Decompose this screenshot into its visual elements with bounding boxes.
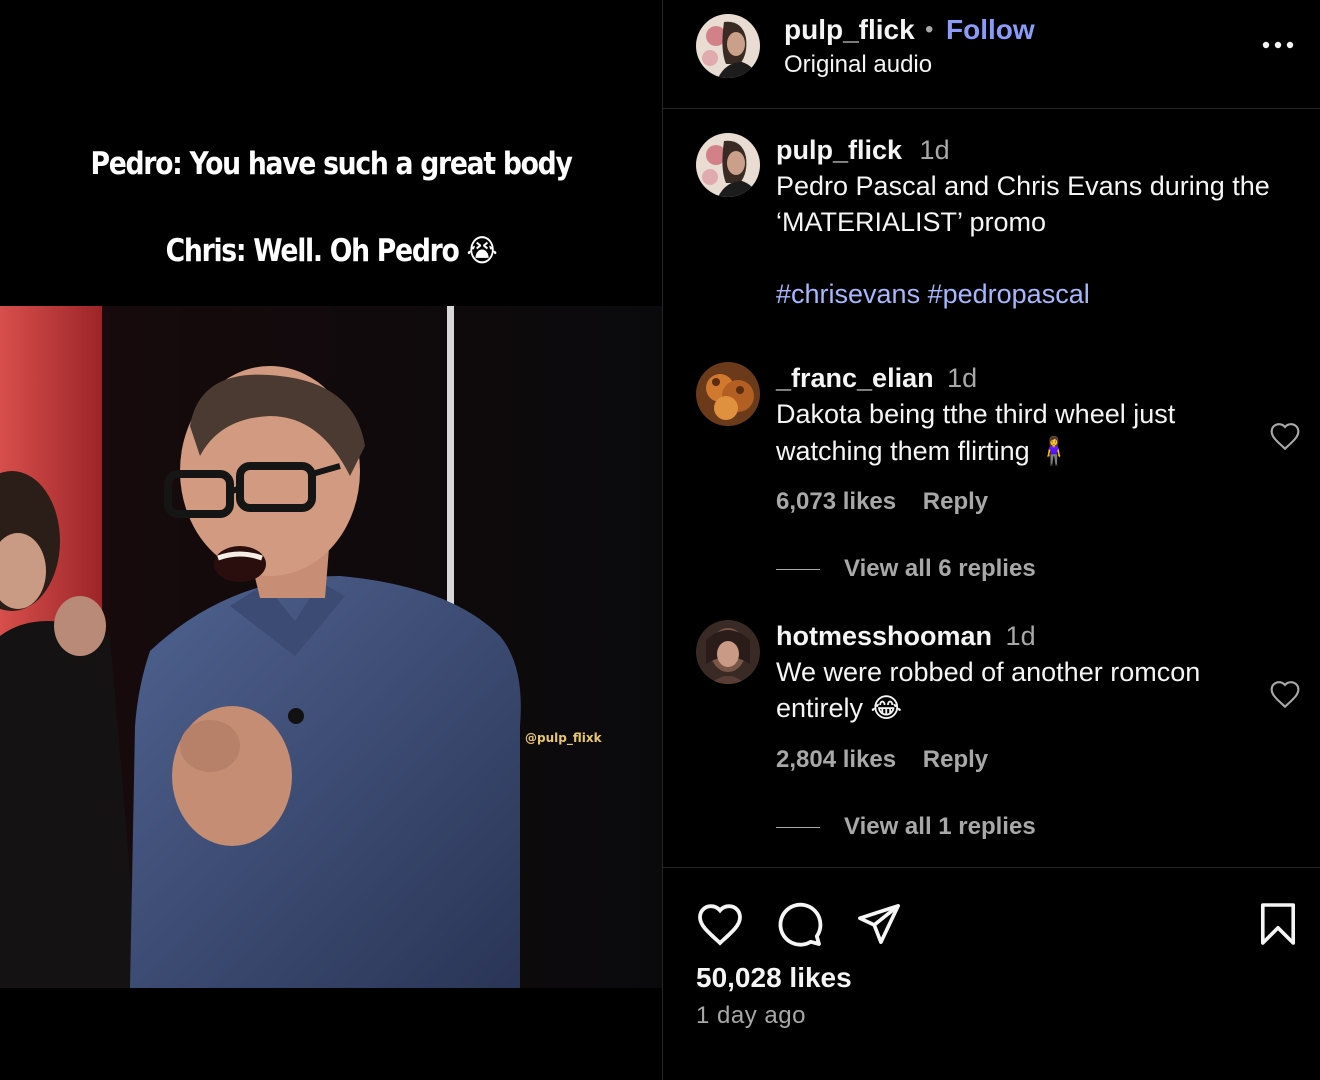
save-button[interactable] <box>1259 902 1297 951</box>
hashtag-pedropascal[interactable]: #pedropascal <box>928 279 1090 309</box>
posted-time: 1 day ago <box>696 1002 806 1029</box>
comment-1-meta: 6,073 likes Reply <box>776 488 988 516</box>
instagram-post-view: Pedro: You have such a great body Chris:… <box>0 0 1320 1080</box>
caption-header: pulp_flick 1d <box>776 135 950 166</box>
video-caption-line-2: Chris: Well. Oh Pedro 😭 <box>165 233 498 269</box>
header-separator: • <box>925 16 934 43</box>
like-button[interactable] <box>696 902 744 951</box>
hashtag-chrisevans[interactable]: #chrisevans <box>776 279 920 309</box>
follow-button[interactable]: Follow <box>946 14 1035 46</box>
more-horizontal-icon <box>1262 41 1294 49</box>
comment-1-header: _franc_elian 1d <box>776 363 977 394</box>
post-header: pulp_flick • Follow Original audio <box>663 0 1320 109</box>
comment-1-username[interactable]: _franc_elian <box>776 363 934 393</box>
video-watermark: @pulp_flixk <box>525 731 602 745</box>
comment-icon <box>778 902 823 947</box>
comment-2-replies-divider <box>776 827 820 828</box>
reel-video-player[interactable]: Pedro: You have such a great body Chris:… <box>0 0 662 1080</box>
comment-button[interactable] <box>776 901 824 952</box>
comment-2-text-line-2: entirely 😂 <box>776 693 903 723</box>
comment-1-like-button[interactable] <box>1269 421 1301 456</box>
video-caption-line-1: Pedro: You have such a great body <box>90 146 572 182</box>
comment-1-replies-divider <box>776 569 820 570</box>
comment-2-reply-button[interactable]: Reply <box>923 746 988 773</box>
caption-text-line-2: ‘MATERIALIST’ promo <box>776 207 1047 237</box>
comment-2-meta: 2,804 likes Reply <box>776 746 988 774</box>
post-actions-bar: 50,028 likes 1 day ago <box>663 867 1320 1080</box>
post-details-panel: pulp_flick • Follow Original audio pulp_… <box>663 0 1320 1080</box>
comment-1-reply-button[interactable]: Reply <box>923 488 988 515</box>
comment-1-text-line-2: watching them flirting 🧍‍♀️ <box>776 436 1071 466</box>
comment-2-header: hotmesshooman 1d <box>776 621 1036 652</box>
comment-1-time: 1d <box>947 363 978 393</box>
video-frame: @pulp_flixk <box>0 306 662 988</box>
bookmark-icon <box>1260 903 1296 945</box>
comment-1-likes[interactable]: 6,073 likes <box>776 488 896 515</box>
comment-1-avatar[interactable] <box>696 362 760 426</box>
caption-text-line-1: Pedro Pascal and Chris Evans during the <box>776 171 1270 201</box>
comment-2-avatar[interactable] <box>696 620 760 684</box>
author-username[interactable]: pulp_flick <box>784 14 915 46</box>
caption-author-avatar[interactable] <box>696 133 760 197</box>
video-bottom-bar <box>0 988 662 1080</box>
caption-time: 1d <box>919 135 950 165</box>
heart-outline-icon <box>1270 423 1300 451</box>
audio-link[interactable]: Original audio <box>784 51 932 79</box>
video-caption-overlay: Pedro: You have such a great body Chris:… <box>0 0 662 306</box>
comment-1-view-replies[interactable]: View all 6 replies <box>844 555 1036 583</box>
comment-1-text-line-1: Dakota being tthe third wheel just <box>776 399 1176 429</box>
caption-username[interactable]: pulp_flick <box>776 135 902 165</box>
likes-count[interactable]: 50,028 likes <box>696 962 852 994</box>
heart-icon <box>698 904 742 946</box>
comment-2-view-replies[interactable]: View all 1 replies <box>844 813 1036 841</box>
comment-2-likes[interactable]: 2,804 likes <box>776 746 896 773</box>
author-avatar[interactable] <box>696 14 760 78</box>
comment-2-time: 1d <box>1005 621 1036 651</box>
comments-section: pulp_flick 1d Pedro Pascal and Chris Eva… <box>663 109 1320 867</box>
heart-outline-icon <box>1270 681 1300 709</box>
comment-2-like-button[interactable] <box>1269 679 1301 714</box>
video-frame-illustration <box>0 306 662 988</box>
more-options-button[interactable] <box>1260 30 1296 60</box>
caption-hashtags: #chrisevans #pedropascal <box>776 279 1090 310</box>
share-icon <box>858 904 900 944</box>
comment-2-username[interactable]: hotmesshooman <box>776 621 992 651</box>
share-button[interactable] <box>856 902 902 951</box>
comment-2-text-line-1: We were robbed of another romcon <box>776 657 1201 687</box>
